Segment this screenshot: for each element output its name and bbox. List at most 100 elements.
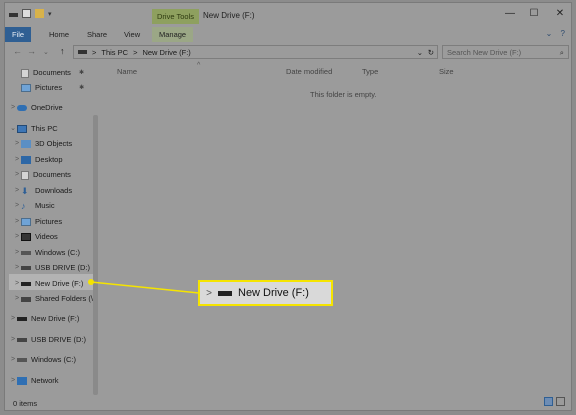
- chevron-right-icon[interactable]: >: [9, 374, 17, 388]
- quick-access-pictures[interactable]: Pictures ✱: [21, 81, 84, 95]
- chevron-right-icon[interactable]: >: [13, 261, 21, 275]
- explorer-window: ▾ Drive Tools New Drive (F:) — ☐ ✕ File …: [4, 2, 572, 411]
- nav-label: USB DRIVE (D:): [31, 335, 87, 344]
- help-icon[interactable]: ?: [561, 29, 565, 38]
- nav-videos[interactable]: > Videos: [13, 230, 58, 244]
- chevron-right-icon[interactable]: >: [9, 312, 17, 326]
- customize-qat-icon[interactable]: ▾: [48, 10, 52, 18]
- column-header-type[interactable]: Type: [362, 67, 378, 76]
- ribbon-tabs: File Home Share View Manage ⌄ ?: [5, 27, 571, 42]
- nav-windows-c[interactable]: > Windows (C:): [13, 246, 80, 260]
- nav-shared-folders[interactable]: > Shared Folders (\\: [13, 292, 95, 306]
- maximize-button[interactable]: ☐: [525, 7, 543, 21]
- chevron-right-icon[interactable]: >: [9, 333, 17, 347]
- breadcrumb-this-pc[interactable]: This PC: [101, 48, 128, 57]
- nav-new-drive-f[interactable]: > New Drive (F:): [13, 277, 83, 291]
- nav-usb-drive-d[interactable]: > USB DRIVE (D:): [13, 261, 90, 275]
- chevron-right-icon[interactable]: >: [13, 153, 21, 167]
- quick-access-documents[interactable]: Documents ✱: [21, 66, 84, 80]
- status-item-count: 0 items: [13, 399, 38, 408]
- film-icon: [21, 233, 31, 241]
- drive-tools-context-tab: Drive Tools: [152, 9, 199, 24]
- nav-scrollbar[interactable]: [93, 115, 98, 395]
- chevron-right-icon[interactable]: >: [13, 292, 21, 306]
- tab-manage[interactable]: Manage: [152, 27, 194, 42]
- refresh-icon[interactable]: ↻: [428, 48, 434, 57]
- minimize-button[interactable]: —: [501, 7, 519, 21]
- hard-drive-icon: [21, 251, 31, 255]
- chevron-right-icon[interactable]: >: [13, 215, 21, 229]
- navigation-pane: Documents ✱ Pictures ✱ > OneDrive ⌄ This…: [5, 63, 99, 397]
- chevron-down-icon[interactable]: ⌄: [9, 122, 17, 136]
- chevron-right-icon[interactable]: >: [13, 277, 21, 291]
- nav-network[interactable]: > Network: [9, 374, 59, 388]
- usb-drive-icon: [17, 338, 27, 342]
- search-icon[interactable]: ⌕: [560, 46, 564, 59]
- nav-new-drive-f-root[interactable]: > New Drive (F:): [9, 312, 79, 326]
- nav-label: This PC: [31, 124, 58, 133]
- documents-icon: [21, 170, 29, 180]
- address-row: ← → ⌄ ↑ > This PC > New Drive (F:) ⌄ ↻ S…: [5, 43, 571, 61]
- hard-drive-icon: [17, 358, 27, 362]
- usb-drive-icon: [21, 266, 31, 270]
- recent-locations-icon[interactable]: ⌄: [43, 48, 49, 56]
- callout-new-drive: > New Drive (F:): [198, 280, 333, 306]
- nav-label: Documents: [33, 170, 71, 179]
- nav-this-pc[interactable]: ⌄ This PC: [9, 122, 58, 136]
- address-bar[interactable]: > This PC > New Drive (F:) ⌄ ↻: [73, 45, 438, 59]
- nav-desktop[interactable]: > Desktop: [13, 153, 63, 167]
- new-folder-icon[interactable]: [35, 9, 44, 18]
- close-button[interactable]: ✕: [551, 7, 569, 21]
- sort-indicator-icon: ^: [197, 62, 201, 69]
- column-header-name[interactable]: Name: [117, 67, 137, 76]
- callout-label: New Drive (F:): [238, 287, 309, 299]
- tab-file[interactable]: File: [5, 27, 31, 42]
- drive-icon[interactable]: [9, 13, 18, 17]
- nav-label: Windows (C:): [31, 355, 77, 364]
- nav-documents[interactable]: > Documents: [13, 168, 71, 182]
- nav-windows-c-root[interactable]: > Windows (C:): [9, 353, 76, 367]
- cube-icon: [21, 140, 31, 148]
- back-button[interactable]: ←: [13, 46, 22, 56]
- nav-label: Shared Folders (\\: [35, 294, 96, 303]
- chevron-right-icon[interactable]: >: [13, 246, 21, 260]
- nav-label: Pictures: [35, 83, 63, 92]
- nav-label: New Drive (F:): [35, 279, 84, 288]
- drive-icon: [21, 282, 31, 286]
- chevron-right-icon[interactable]: >: [9, 101, 17, 115]
- nav-music[interactable]: > ♪ Music: [13, 199, 55, 213]
- ribbon-controls: ⌄ ?: [546, 29, 565, 38]
- forward-button[interactable]: →: [27, 46, 36, 56]
- chevron-right-icon[interactable]: >: [13, 230, 21, 244]
- chevron-right-icon[interactable]: >: [13, 137, 21, 151]
- column-header-date-modified[interactable]: Date modified: [286, 67, 332, 76]
- properties-icon[interactable]: [22, 9, 31, 18]
- tab-share[interactable]: Share: [87, 27, 107, 42]
- view-switcher: [544, 397, 565, 406]
- search-input[interactable]: Search New Drive (F:) ⌕: [442, 45, 569, 59]
- large-icons-view-icon[interactable]: [556, 397, 565, 406]
- music-note-icon: ♪: [21, 201, 26, 211]
- chevron-right-icon[interactable]: >: [13, 199, 21, 213]
- nav-pictures[interactable]: > Pictures: [13, 215, 62, 229]
- address-dropdown-icon[interactable]: ⌄: [417, 48, 423, 57]
- nav-downloads[interactable]: > ⬇ Downloads: [13, 184, 72, 198]
- breadcrumb-separator: >: [92, 47, 97, 57]
- pin-icon: ✱: [78, 70, 84, 76]
- chevron-right-icon[interactable]: >: [13, 184, 21, 198]
- drive-icon: [17, 317, 27, 321]
- tab-view[interactable]: View: [124, 27, 140, 42]
- details-view-icon[interactable]: [544, 397, 553, 406]
- tab-home[interactable]: Home: [49, 27, 69, 42]
- nav-3d-objects[interactable]: > 3D Objects: [13, 137, 72, 151]
- column-header-size[interactable]: Size: [439, 67, 454, 76]
- expand-ribbon-icon[interactable]: ⌄: [546, 29, 553, 38]
- up-button[interactable]: ↑: [60, 46, 65, 56]
- nav-label: Desktop: [35, 155, 63, 164]
- chevron-right-icon[interactable]: >: [9, 353, 17, 367]
- file-list: ^ Name Date modified Type Size This fold…: [105, 62, 571, 397]
- breadcrumb-new-drive[interactable]: New Drive (F:): [142, 48, 190, 57]
- chevron-right-icon[interactable]: >: [13, 168, 21, 182]
- nav-usb-drive-d-root[interactable]: > USB DRIVE (D:): [9, 333, 86, 347]
- nav-onedrive[interactable]: > OneDrive: [9, 101, 63, 115]
